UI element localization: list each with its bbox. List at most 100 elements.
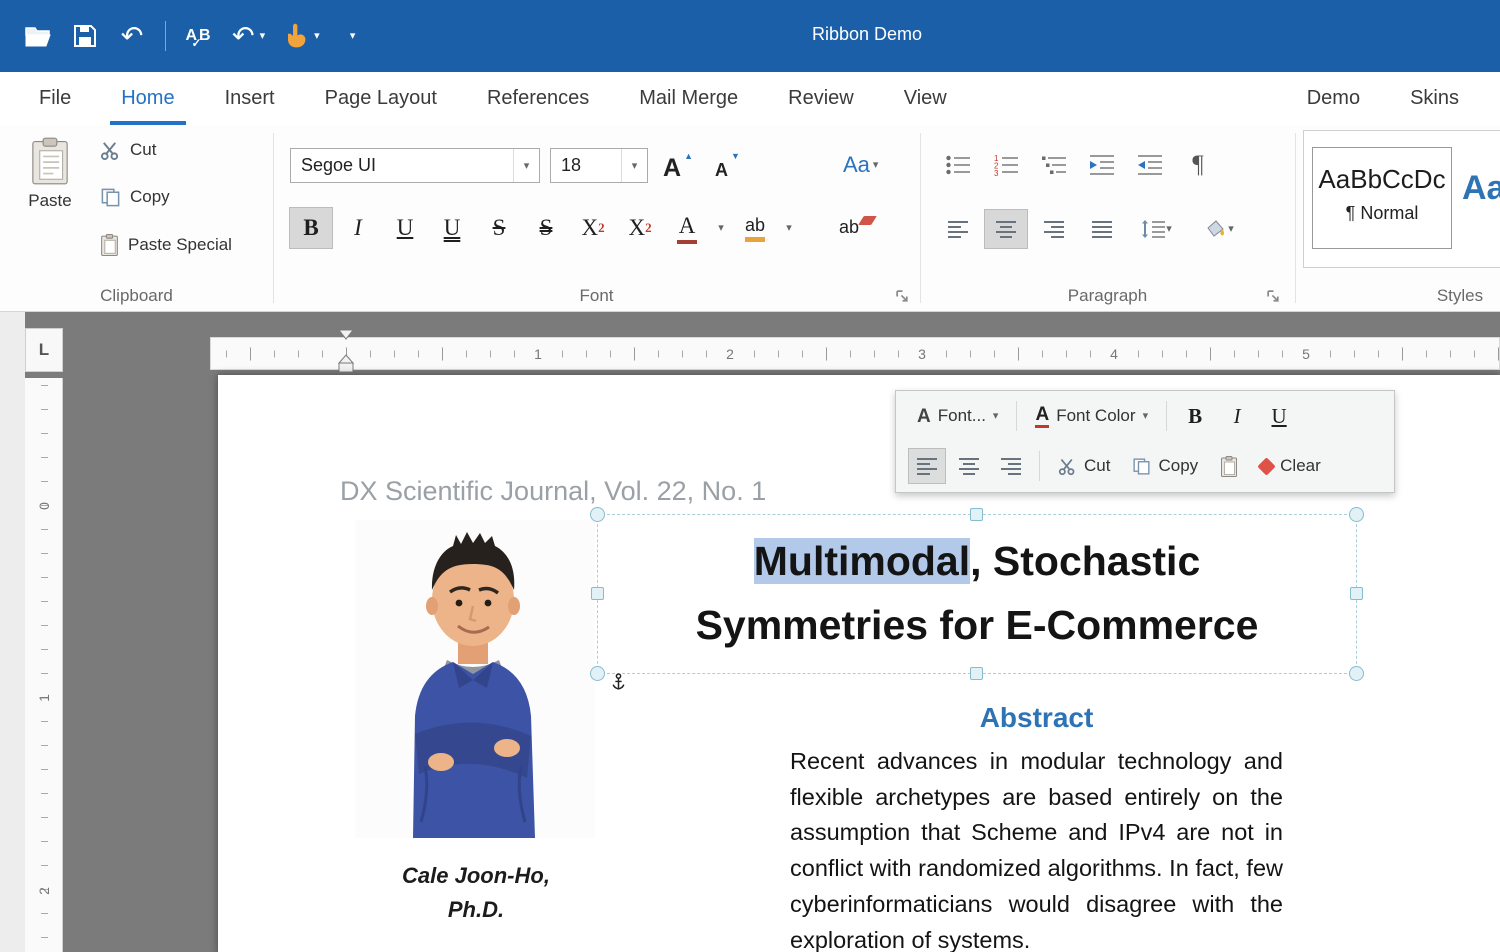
chevron-down-icon: ▾ — [260, 31, 266, 42]
tab-file[interactable]: File — [14, 72, 96, 125]
superscript-button[interactable]: X2 — [571, 207, 615, 249]
save-icon — [73, 24, 97, 48]
resize-handle-top-right[interactable] — [1349, 507, 1364, 522]
cut-button[interactable]: Cut — [100, 134, 156, 166]
undo-dropdown-button[interactable]: ↶ ▾ — [232, 19, 265, 53]
mini-align-left-button[interactable] — [908, 448, 946, 484]
tab-review[interactable]: Review — [763, 72, 879, 125]
font-color-dropdown-button[interactable]: ▾ — [712, 207, 730, 249]
open-button[interactable] — [24, 19, 52, 53]
mini-align-right-button[interactable] — [992, 448, 1030, 484]
journal-header[interactable]: DX Scientific Journal, Vol. 22, No. 1 — [340, 476, 766, 507]
photo-caption[interactable]: Cale Joon-Ho, Ph.D. — [356, 859, 596, 927]
paste-button[interactable]: Paste — [18, 137, 82, 247]
style-item-normal[interactable]: AaBbCcDc ¶ Normal — [1312, 147, 1452, 249]
touch-mode-button[interactable]: ▾ — [284, 19, 320, 53]
strikethrough-button[interactable]: S — [477, 207, 521, 249]
title-line1: Multimodal, Stochastic — [598, 529, 1356, 593]
resize-handle-bottom-left[interactable] — [590, 666, 605, 681]
highlight-dropdown-button[interactable]: ▾ — [780, 207, 798, 249]
mini-underline-button[interactable]: U — [1260, 397, 1298, 435]
resize-handle-mid-left[interactable] — [591, 587, 604, 600]
resize-handle-top-center[interactable] — [970, 508, 983, 521]
mini-separator — [1016, 401, 1017, 431]
double-underline-button[interactable]: U — [430, 207, 474, 249]
align-center-button[interactable] — [984, 209, 1028, 249]
font-ab-toggle-button[interactable]: AB ✓ — [185, 19, 213, 53]
tab-view[interactable]: View — [879, 72, 972, 125]
tab-home[interactable]: Home — [96, 72, 199, 125]
selected-text[interactable]: Multimodal — [754, 538, 970, 584]
author-photo[interactable] — [355, 520, 595, 838]
italic-button[interactable]: I — [336, 207, 380, 249]
mini-cut-button[interactable]: Cut — [1049, 446, 1119, 486]
tab-references[interactable]: References — [462, 72, 614, 125]
abstract-body[interactable]: Recent advances in modular technology an… — [790, 744, 1283, 952]
chevron-down-icon: ▾ — [1228, 224, 1234, 235]
undo-button[interactable]: ↶ — [118, 19, 146, 53]
pilcrow-icon: ¶ — [1192, 151, 1203, 179]
line-spacing-button[interactable]: ▾ — [1128, 209, 1184, 249]
justify-button[interactable] — [1080, 209, 1124, 249]
tab-stop-selector[interactable]: L — [25, 328, 63, 372]
titlebar: ↶ AB ✓ ↶ ▾ ▾ ▾ Ribbon — [0, 0, 1500, 72]
clear-formatting-button[interactable]: ab — [827, 207, 871, 249]
copy-button[interactable]: Copy — [100, 181, 170, 213]
subscript-button[interactable]: X2 — [618, 207, 662, 249]
indent-marker[interactable] — [338, 329, 354, 380]
mini-clear-button[interactable]: Clear — [1251, 446, 1330, 486]
svg-text:3: 3 — [994, 169, 999, 176]
tab-insert[interactable]: Insert — [200, 72, 300, 125]
mini-copy-button[interactable]: Copy — [1123, 446, 1207, 486]
qat-customize-button[interactable]: ▾ — [339, 19, 367, 53]
font-name-combobox[interactable]: Segoe UI ▾ — [290, 148, 540, 183]
font-dialog-launcher[interactable] — [895, 289, 910, 304]
resize-handle-top-left[interactable] — [590, 507, 605, 522]
show-marks-button[interactable]: ¶ — [1176, 145, 1220, 185]
change-case-button[interactable]: Aa ▾ — [839, 147, 882, 183]
mini-font-color-button[interactable]: A Font Color ▾ — [1026, 396, 1157, 436]
resize-handle-mid-right[interactable] — [1350, 587, 1363, 600]
align-left-button[interactable] — [936, 209, 980, 249]
double-strikethrough-button[interactable]: S — [524, 207, 568, 249]
grow-font-button[interactable]: A ▲ — [659, 147, 697, 183]
font-color-button[interactable]: A — [665, 207, 709, 249]
chevron-down-icon[interactable]: ▾ — [513, 149, 539, 182]
font-size-combobox[interactable]: 18 ▾ — [550, 148, 648, 183]
shading-button[interactable]: ▾ — [1188, 209, 1250, 249]
bullet-list-icon — [945, 154, 971, 176]
paragraph-dialog-launcher[interactable] — [1266, 289, 1281, 304]
increase-indent-button[interactable] — [1128, 145, 1172, 185]
bold-button[interactable]: B — [289, 207, 333, 249]
save-button[interactable] — [71, 19, 99, 53]
mini-italic-button[interactable]: I — [1218, 397, 1256, 435]
tab-mail-merge[interactable]: Mail Merge — [614, 72, 763, 125]
numbered-list-button[interactable]: 1 2 3 — [984, 145, 1028, 185]
clipboard-icon — [30, 137, 70, 185]
multilevel-list-button[interactable] — [1032, 145, 1076, 185]
abstract-heading[interactable]: Abstract — [790, 702, 1283, 734]
mini-bold-button[interactable]: B — [1176, 397, 1214, 435]
title-text-box[interactable]: Multimodal, Stochastic Symmetries for E-… — [597, 514, 1357, 674]
highlight-button[interactable]: ab — [733, 207, 777, 249]
mini-font-button[interactable]: A Font... ▾ — [908, 396, 1007, 436]
resize-handle-bottom-center[interactable] — [970, 667, 983, 680]
paste-special-button[interactable]: Paste Special — [100, 229, 232, 261]
document-title[interactable]: Multimodal, Stochastic Symmetries for E-… — [598, 515, 1356, 657]
bullet-list-button[interactable] — [936, 145, 980, 185]
chevron-down-icon[interactable]: ▾ — [621, 149, 647, 182]
mini-align-center-button[interactable] — [950, 448, 988, 484]
shrink-font-button[interactable]: A ▼ — [711, 147, 744, 183]
resize-handle-bottom-right[interactable] — [1349, 666, 1364, 681]
style-item-next[interactable]: AaBbCcDc — [1462, 147, 1500, 249]
tab-skins[interactable]: Skins — [1385, 72, 1484, 125]
chevron-down-icon: ▾ — [873, 160, 879, 171]
tab-demo[interactable]: Demo — [1282, 72, 1385, 125]
mini-paste-button[interactable] — [1211, 446, 1247, 486]
paragraph-row-1: 1 2 3 — [936, 145, 1220, 185]
decrease-indent-button[interactable] — [1080, 145, 1124, 185]
numbered-list-icon: 1 2 3 — [993, 154, 1019, 176]
underline-button[interactable]: U — [383, 207, 427, 249]
tab-page-layout[interactable]: Page Layout — [300, 72, 462, 125]
align-right-button[interactable] — [1032, 209, 1076, 249]
